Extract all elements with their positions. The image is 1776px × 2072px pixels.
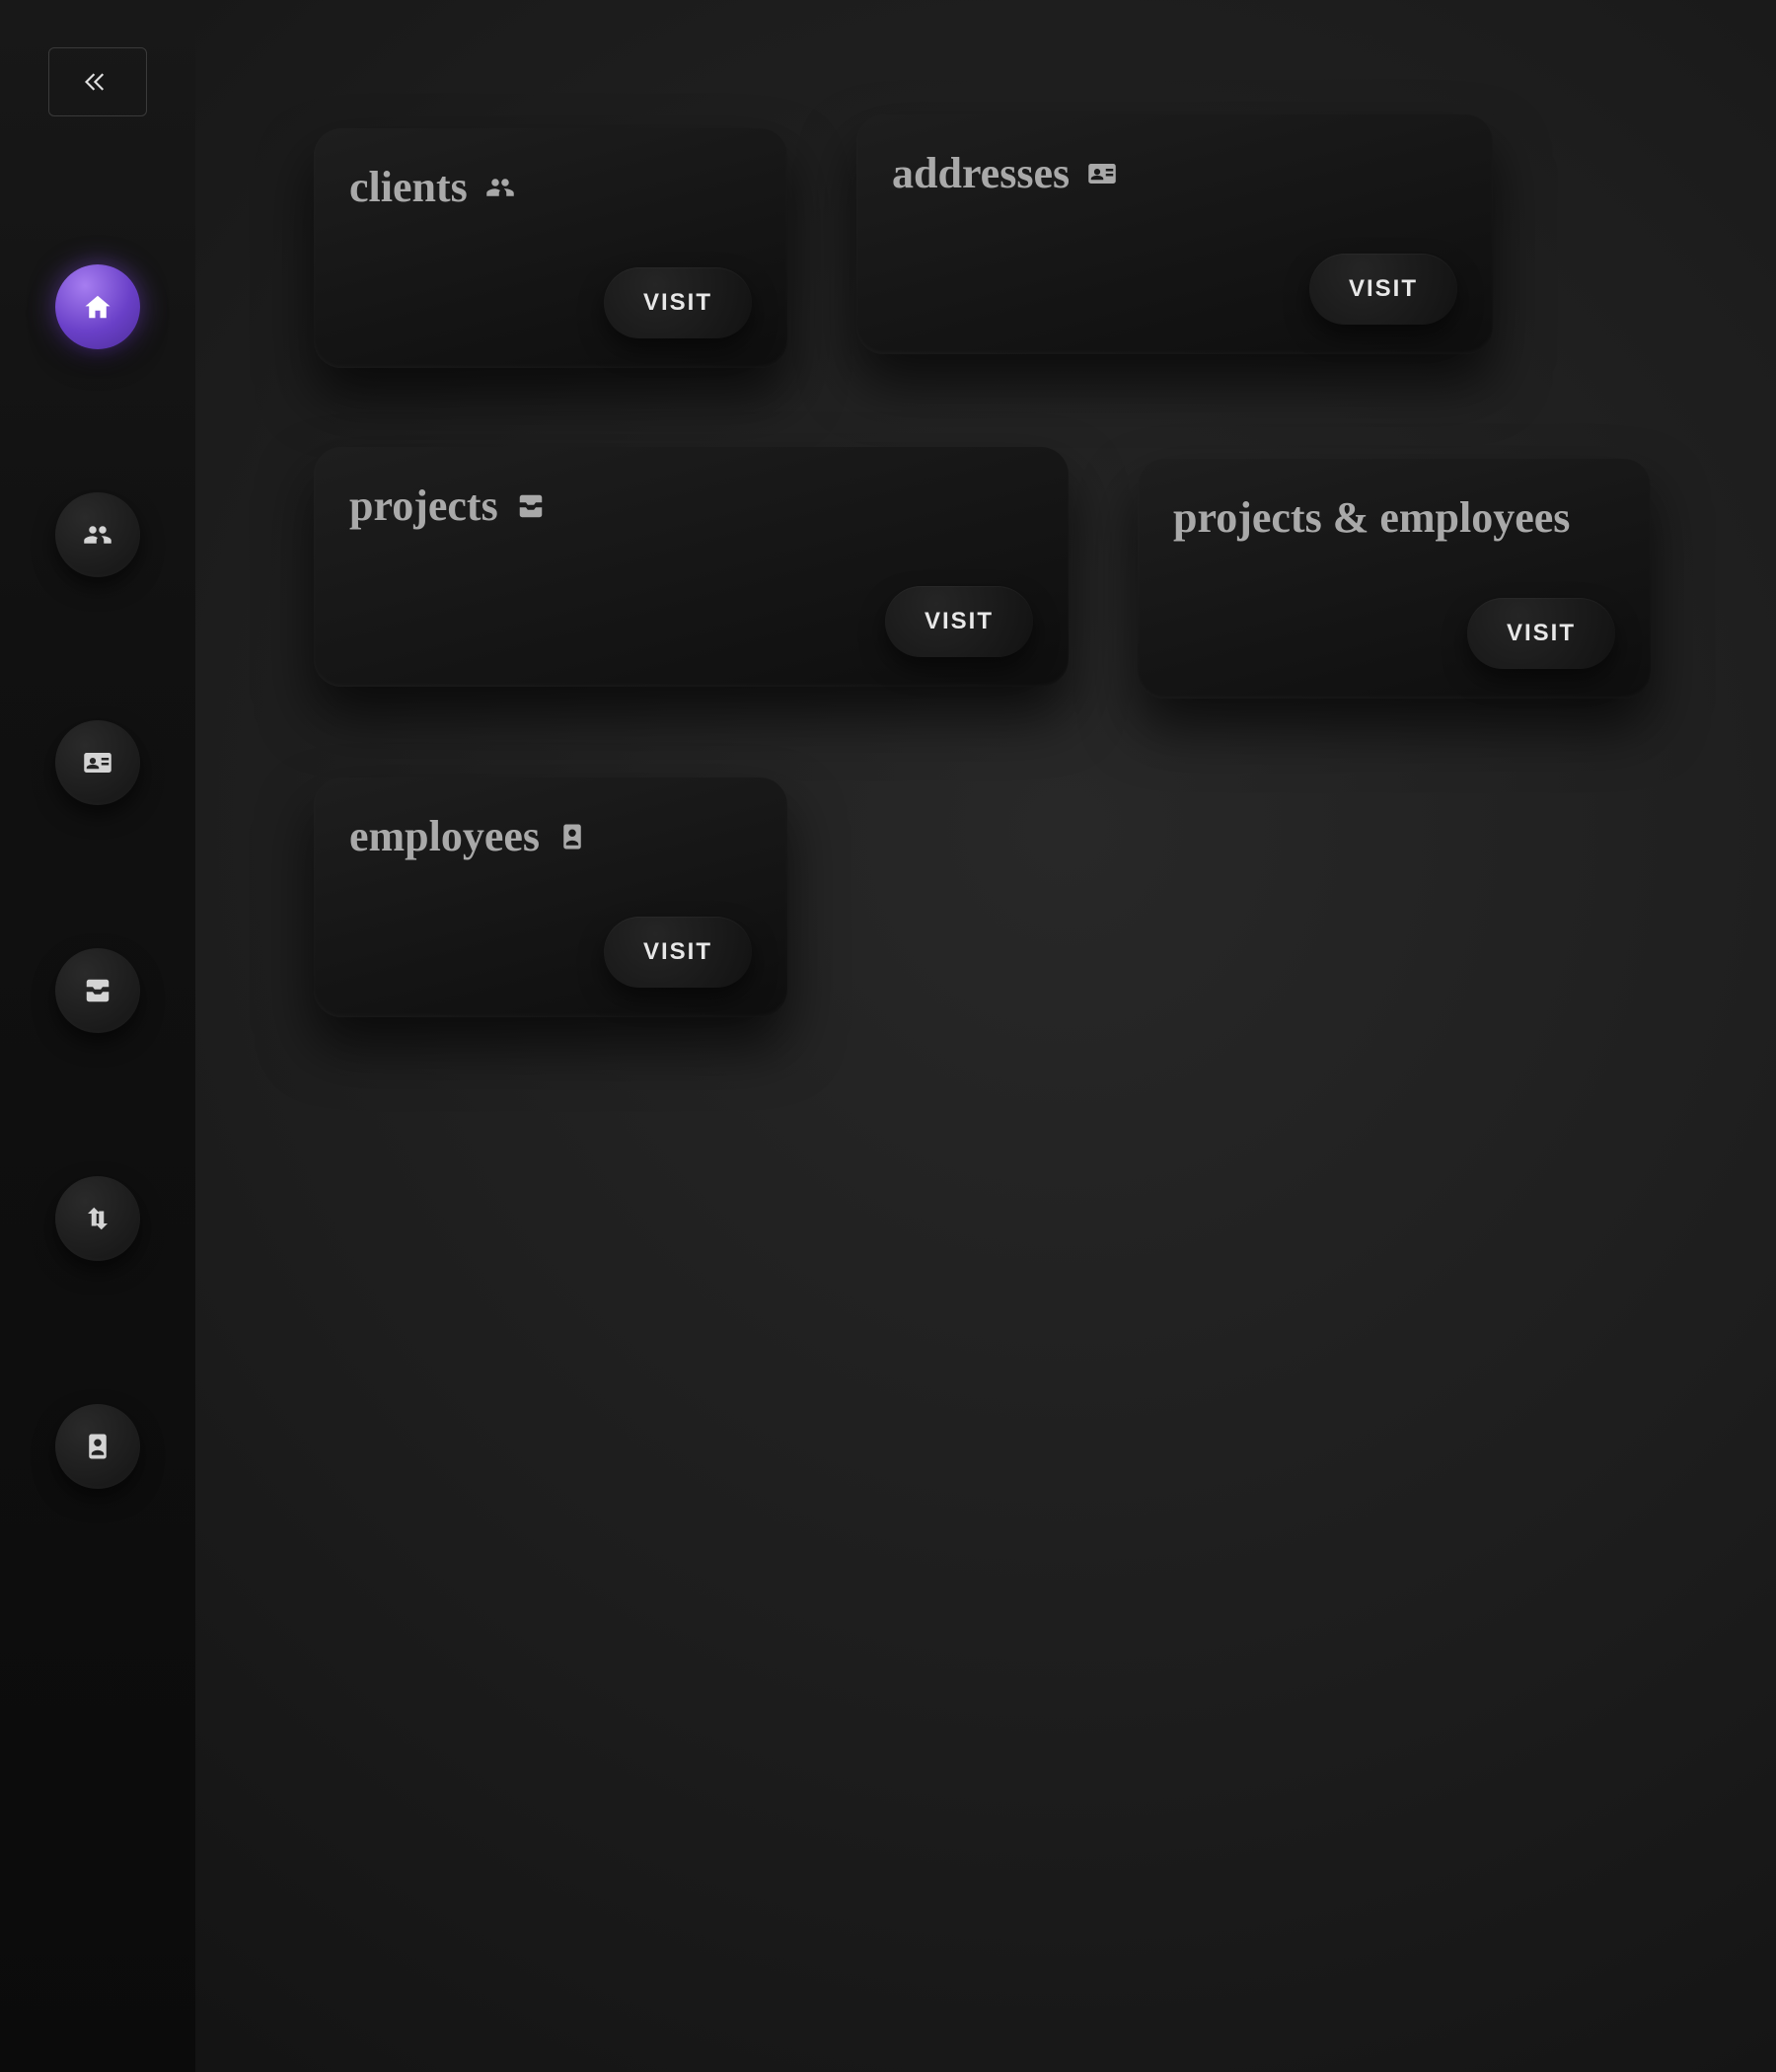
card-employees: employees VISIT — [314, 777, 787, 1017]
sidebar-item-employees[interactable] — [55, 1404, 140, 1489]
sidebar-item-home[interactable] — [55, 264, 140, 349]
visit-button[interactable]: VISIT — [604, 267, 752, 338]
visit-button[interactable]: VISIT — [1309, 254, 1457, 325]
address-card-icon — [1087, 159, 1117, 188]
sidebar-item-addresses[interactable] — [55, 720, 140, 805]
visit-button[interactable]: VISIT — [604, 917, 752, 988]
card-footer: VISIT — [349, 917, 752, 988]
card-addresses: addresses VISIT — [856, 114, 1493, 354]
badge-person-icon — [557, 822, 587, 851]
cards-row-1: clients VISIT addresses VISIT — [314, 128, 1658, 368]
people-icon — [83, 520, 112, 550]
card-clients: clients VISIT — [314, 128, 787, 368]
inbox-stack-icon — [516, 491, 546, 521]
card-title: projects — [349, 481, 1033, 531]
card-title: employees — [349, 811, 752, 861]
card-footer: VISIT — [349, 267, 752, 338]
cards-row-2: projects VISIT projects & employees VISI… — [314, 447, 1658, 699]
card-title-text: projects & employees — [1173, 492, 1570, 543]
sidebar-item-projects[interactable] — [55, 948, 140, 1033]
card-title-text: clients — [349, 162, 468, 212]
card-title: projects & employees — [1173, 492, 1615, 543]
card-projects-employees: projects & employees VISIT — [1138, 459, 1651, 699]
address-card-icon — [83, 748, 112, 777]
sidebar — [0, 0, 195, 2072]
home-icon — [83, 292, 112, 322]
visit-button[interactable]: VISIT — [1467, 598, 1615, 669]
card-projects: projects VISIT — [314, 447, 1069, 687]
card-title-text: projects — [349, 481, 498, 531]
badge-person-icon — [83, 1432, 112, 1461]
sidebar-item-projects-employees[interactable] — [55, 1176, 140, 1261]
visit-button[interactable]: VISIT — [885, 586, 1033, 657]
card-footer: VISIT — [349, 586, 1033, 657]
card-footer: VISIT — [892, 254, 1457, 325]
card-title: addresses — [892, 148, 1457, 198]
swap-vertical-icon — [83, 1204, 112, 1233]
chevron-double-left-icon — [85, 69, 111, 95]
people-icon — [485, 173, 515, 202]
main-content: clients VISIT addresses VISIT — [195, 0, 1776, 2072]
card-title-text: addresses — [892, 148, 1070, 198]
cards-row-3: employees VISIT — [314, 777, 1658, 1017]
inbox-stack-icon — [83, 976, 112, 1005]
sidebar-item-clients[interactable] — [55, 492, 140, 577]
card-footer: VISIT — [1173, 598, 1615, 669]
card-title: clients — [349, 162, 752, 212]
collapse-sidebar-button[interactable] — [48, 47, 147, 116]
card-title-text: employees — [349, 811, 540, 861]
